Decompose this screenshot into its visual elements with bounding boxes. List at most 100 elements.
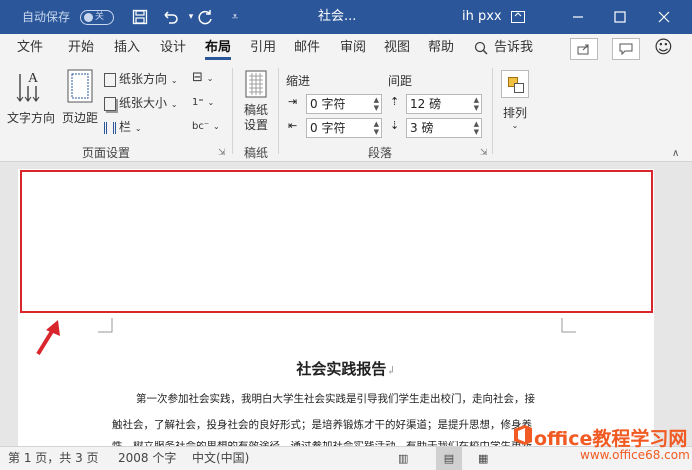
- spacing-before-input[interactable]: 12 磅 ▲ ▼: [406, 94, 482, 114]
- office-logo-icon: [514, 425, 532, 445]
- word-count[interactable]: 2008 个字: [118, 447, 176, 470]
- redo-icon[interactable]: [196, 0, 216, 34]
- feedback-smiley-icon[interactable]: ☺: [654, 34, 673, 62]
- chevron-down-icon: ⌄: [170, 76, 178, 85]
- page-count[interactable]: 第 1 页，共 3 页: [8, 447, 99, 470]
- size-icon: [104, 96, 116, 111]
- indent-right-input[interactable]: 0 字符 ▲ ▼: [306, 118, 382, 138]
- manuscript-settings-button[interactable]: 稿纸设置: [238, 70, 274, 133]
- size-label: 纸张大小: [119, 96, 168, 110]
- indent-left-icon: ⇥: [288, 95, 298, 108]
- close-icon[interactable]: [654, 0, 674, 34]
- share-icon[interactable]: [570, 38, 598, 60]
- tab-file[interactable]: 文件: [17, 34, 43, 62]
- spinner-icon[interactable]: ▲ ▼: [474, 120, 479, 136]
- columns-label: 栏: [119, 120, 132, 134]
- tab-insert[interactable]: 插入: [114, 34, 140, 62]
- indent-right-icon: ⇤: [288, 119, 298, 132]
- tab-mailings[interactable]: 邮件: [294, 34, 320, 62]
- orientation-label: 纸张方向: [119, 72, 168, 86]
- hyphenation-icon: bc⁻: [192, 121, 210, 132]
- breaks-button[interactable]: ⊟ ⌄: [192, 70, 213, 85]
- tab-design[interactable]: 设计: [160, 34, 186, 62]
- text-direction-icon: A: [16, 71, 40, 102]
- maximize-icon[interactable]: [610, 0, 630, 34]
- tell-me-search[interactable]: 告诉我: [494, 34, 533, 62]
- spinner-icon[interactable]: ▲ ▼: [374, 120, 379, 136]
- page-setup-group-label: 页面设置: [82, 146, 131, 160]
- spacing-before-value: 12 磅: [410, 97, 442, 111]
- collapse-ribbon-icon[interactable]: ∧: [672, 148, 679, 159]
- paragraph-launcher-icon[interactable]: ⇲: [480, 148, 488, 158]
- margins-button[interactable]: 页边距: [59, 68, 101, 126]
- manuscript-icon: [245, 70, 267, 98]
- customize-qat-icon[interactable]: ⩡: [225, 0, 245, 34]
- tab-references[interactable]: 引用: [250, 34, 276, 62]
- tab-review[interactable]: 审阅: [340, 34, 366, 62]
- tab-home[interactable]: 开始: [68, 34, 94, 62]
- spacing-label: 间距: [388, 74, 413, 88]
- autosave-toggle[interactable]: 关: [80, 10, 114, 25]
- size-button[interactable]: 纸张大小 ⌄: [104, 94, 178, 111]
- spacing-after-input[interactable]: 3 磅 ▲ ▼: [406, 118, 482, 138]
- margin-corner-mark: [98, 318, 113, 333]
- page-setup-launcher-icon[interactable]: ⇲: [218, 148, 226, 158]
- web-layout-icon[interactable]: ▦: [478, 447, 488, 470]
- margins-label: 页边距: [61, 111, 98, 125]
- chevron-down-icon: ⌄: [212, 122, 220, 131]
- arrange-label: 排列: [502, 106, 527, 120]
- undo-icon[interactable]: [160, 0, 180, 34]
- spacing-before-icon: ⇡: [390, 95, 400, 108]
- breaks-icon: ⊟: [192, 70, 203, 85]
- tab-layout[interactable]: 布局: [205, 34, 232, 62]
- manuscript-settings-label: 稿纸设置: [243, 103, 268, 132]
- line-numbers-button[interactable]: 1⁼ ⌄: [192, 94, 214, 108]
- annotation-arrow-icon: [36, 320, 60, 356]
- autosave-state: 关: [95, 12, 105, 22]
- ribbon-display-icon[interactable]: [508, 0, 528, 34]
- margin-corner-mark: [561, 318, 576, 333]
- user-name[interactable]: ih pxx: [462, 0, 502, 34]
- paragraph-mark: ↲: [386, 364, 396, 377]
- minimize-icon[interactable]: [568, 0, 588, 34]
- paragraph-line: 第一次参加社会实践，我明白大学生社会实践是引导我们学生走出校门，走向社会，接: [136, 393, 535, 405]
- save-icon[interactable]: [130, 0, 150, 34]
- columns-button[interactable]: 栏 ⌄: [104, 118, 142, 135]
- autosave-label: 自动保存: [22, 10, 71, 24]
- tab-view[interactable]: 视图: [384, 34, 410, 62]
- group-divider: [492, 68, 493, 154]
- header-region-highlight[interactable]: [20, 170, 653, 313]
- language[interactable]: 中文(中国): [192, 447, 249, 470]
- title-bar: 自动保存 关 ▾ ⩡ 社会... ih pxx: [0, 0, 692, 34]
- group-divider: [232, 68, 233, 154]
- chevron-down-icon: ⌄: [134, 124, 142, 133]
- orientation-button[interactable]: 纸张方向 ⌄: [104, 70, 178, 87]
- lightbulb-icon[interactable]: [474, 34, 488, 62]
- toggle-knob: [84, 13, 93, 22]
- print-layout-icon[interactable]: ▤: [436, 447, 462, 470]
- indent-left-value: 0 字符: [310, 97, 346, 111]
- spinner-icon[interactable]: ▲ ▼: [374, 96, 379, 112]
- indent-right-value: 0 字符: [310, 121, 346, 135]
- chevron-down-icon: ⌄: [170, 100, 178, 109]
- margins-icon: [67, 69, 93, 103]
- chevron-down-icon: ⌄: [207, 98, 215, 107]
- spacing-after-icon: ⇣: [390, 119, 400, 132]
- group-divider: [278, 68, 279, 154]
- comments-icon[interactable]: [612, 38, 640, 60]
- hyphenation-button[interactable]: bc⁻ ⌄: [192, 118, 220, 132]
- arrange-button[interactable]: 排列 ⌄: [498, 70, 532, 131]
- document-title: 社会...: [318, 9, 357, 24]
- spinner-icon[interactable]: ▲ ▼: [474, 96, 479, 112]
- indent-left-input[interactable]: 0 字符 ▲ ▼: [306, 94, 382, 114]
- arrange-icon: [501, 70, 529, 98]
- tab-help[interactable]: 帮助: [428, 34, 454, 62]
- text-direction-button[interactable]: A 文字方向: [6, 68, 56, 126]
- paragraph-line: 触社会，了解社会，投身社会的良好形式；是培养锻炼才干的好渠道；是提升思想，修身养: [112, 419, 532, 431]
- heading-text: 社会实践报告: [296, 360, 387, 378]
- watermark-logo: office教程学习网 www.office68.com: [510, 418, 692, 466]
- chevron-down-icon: ⌄: [206, 74, 214, 83]
- read-mode-icon[interactable]: ▥: [398, 447, 408, 470]
- indent-label: 缩进: [286, 74, 311, 88]
- text-direction-label: 文字方向: [6, 111, 55, 125]
